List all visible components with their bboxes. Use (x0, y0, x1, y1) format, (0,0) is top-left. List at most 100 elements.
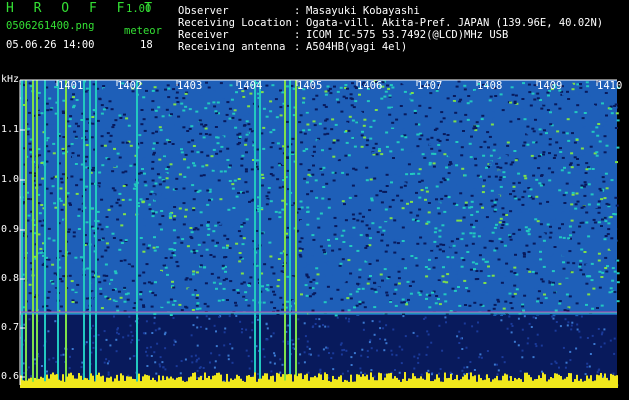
baseline-bar (50, 374, 52, 388)
y-tick-label: 0.8 (1, 273, 20, 284)
baseline-bar (598, 375, 600, 388)
baseline-bar (260, 378, 262, 388)
baseline-bar (30, 377, 32, 388)
baseline-bar (576, 374, 578, 388)
baseline-bar (254, 372, 256, 388)
baseline-bar (560, 376, 562, 388)
baseline-bar (316, 377, 318, 388)
baseline-bar (252, 376, 254, 388)
baseline-bar (140, 381, 142, 388)
baseline-bar (106, 377, 108, 388)
baseline-bar (332, 375, 334, 388)
baseline-bar (152, 377, 154, 388)
baseline-bar (366, 374, 368, 388)
baseline-bar (116, 374, 118, 388)
baseline-bar (324, 372, 326, 388)
baseline-bar (472, 376, 474, 388)
baseline-bar (444, 372, 446, 388)
baseline-bar (292, 381, 294, 388)
baseline-bar (510, 376, 512, 388)
baseline-bar (212, 375, 214, 388)
baseline-bar (80, 375, 82, 388)
baseline-bar (498, 380, 500, 388)
baseline-bar (146, 375, 148, 388)
baseline-bar (70, 372, 72, 388)
baseline-bar (322, 379, 324, 388)
baseline-bar (78, 373, 80, 388)
baseline-bar (364, 376, 366, 388)
baseline-bar (206, 377, 208, 388)
baseline-bar (182, 380, 184, 388)
baseline-bar (288, 374, 290, 388)
baseline-bar (38, 378, 40, 388)
baseline-bar (222, 381, 224, 388)
baseline-bar (520, 379, 522, 388)
baseline-bar (258, 378, 260, 388)
baseline-bar (126, 376, 128, 388)
baseline-bar (420, 376, 422, 388)
baseline-bar (96, 374, 98, 388)
baseline-bar (612, 374, 614, 388)
baseline-bar (246, 375, 248, 388)
baseline-bar (580, 378, 582, 388)
baseline-bar (594, 380, 596, 388)
baseline-bar (294, 374, 296, 388)
baseline-bar (456, 374, 458, 388)
x-tick-label: 1409 (537, 80, 563, 92)
baseline-bar (546, 381, 548, 388)
baseline-bar (532, 380, 534, 388)
baseline-bar (148, 375, 150, 388)
baseline-bar (320, 374, 322, 388)
baseline-bar (112, 381, 114, 388)
baseline-bar (208, 375, 210, 388)
baseline-bar (190, 376, 192, 388)
baseline-bar (108, 377, 110, 388)
baseline-bar (110, 376, 112, 388)
baseline-bar (100, 376, 102, 388)
baseline-bar (128, 376, 130, 388)
baseline-bar (236, 374, 238, 388)
baseline-bar (202, 380, 204, 388)
baseline-bar (376, 380, 378, 388)
baseline-bar (346, 380, 348, 388)
x-tick-label: 1404 (237, 80, 263, 92)
baseline-bar (248, 375, 250, 388)
baseline-bar (334, 379, 336, 388)
baseline-bar (172, 378, 174, 388)
baseline-bar (238, 376, 240, 388)
baseline-bar (468, 379, 470, 388)
baseline-bar (596, 374, 598, 388)
baseline-bar (150, 379, 152, 388)
y-tick-label: 0.6 (1, 371, 20, 382)
baseline-bar (462, 376, 464, 388)
baseline-bar (606, 377, 608, 388)
baseline-bar (64, 381, 66, 388)
baseline-bar (474, 375, 476, 388)
baseline-bar (256, 381, 258, 388)
baseline-bar (264, 373, 266, 388)
baseline-bar (272, 375, 274, 388)
baseline-bar (266, 373, 268, 388)
baseline-bar (502, 375, 504, 388)
baseline-bar (418, 378, 420, 388)
baseline-bar (340, 375, 342, 388)
baseline-bar (528, 374, 530, 388)
baseline-bar (602, 377, 604, 388)
baseline-bar (372, 377, 374, 388)
baseline-bar (362, 374, 364, 388)
baseline-bar (416, 378, 418, 388)
baseline-bar (450, 373, 452, 388)
baseline-bar (500, 380, 502, 388)
baseline-bar (86, 378, 88, 388)
baseline-bar (168, 378, 170, 388)
baseline-bar (164, 379, 166, 388)
baseline-bar (214, 375, 216, 388)
x-tick-label: 1407 (417, 80, 443, 92)
x-tick-label: 1401 (58, 80, 84, 92)
baseline-bar (432, 381, 434, 388)
baseline-bar (46, 374, 48, 388)
baseline-bar (268, 379, 270, 388)
x-tick-label: 1405 (297, 80, 323, 92)
baseline-bar (378, 372, 380, 388)
baseline-bar (184, 381, 186, 388)
